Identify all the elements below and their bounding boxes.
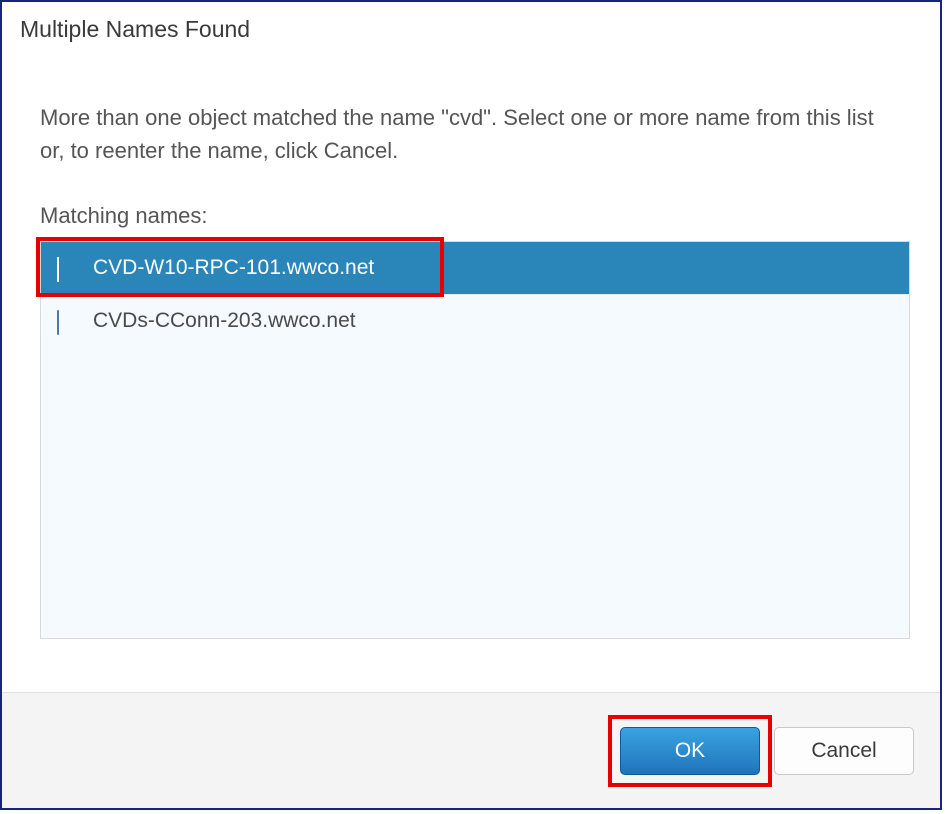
listbox-wrapper: CVD-W10-RPC-101.wwco.net CVDs-CConn-203.… — [40, 241, 902, 639]
title-area: Multiple Names Found — [2, 2, 940, 43]
cancel-button[interactable]: Cancel — [774, 727, 914, 775]
matching-names-label: Matching names: — [40, 203, 902, 229]
list-item-label: CVD-W10-RPC-101.wwco.net — [93, 256, 374, 280]
instruction-text: More than one object matched the name "c… — [40, 101, 902, 167]
list-item-label: CVDs-CConn-203.wwco.net — [93, 309, 356, 333]
ok-button-wrapper: OK — [620, 727, 760, 775]
list-item[interactable]: CVD-W10-RPC-101.wwco.net — [41, 242, 909, 294]
computer-icon — [57, 311, 79, 331]
matching-names-listbox[interactable]: CVD-W10-RPC-101.wwco.net CVDs-CConn-203.… — [40, 241, 910, 639]
button-bar: OK Cancel — [2, 692, 940, 808]
list-item[interactable]: CVDs-CConn-203.wwco.net — [41, 294, 909, 346]
computer-icon — [57, 258, 79, 278]
content-area: More than one object matched the name "c… — [2, 43, 940, 692]
dialog-title: Multiple Names Found — [20, 16, 922, 43]
ok-button[interactable]: OK — [620, 727, 760, 775]
dialog-window: Multiple Names Found More than one objec… — [0, 0, 942, 810]
